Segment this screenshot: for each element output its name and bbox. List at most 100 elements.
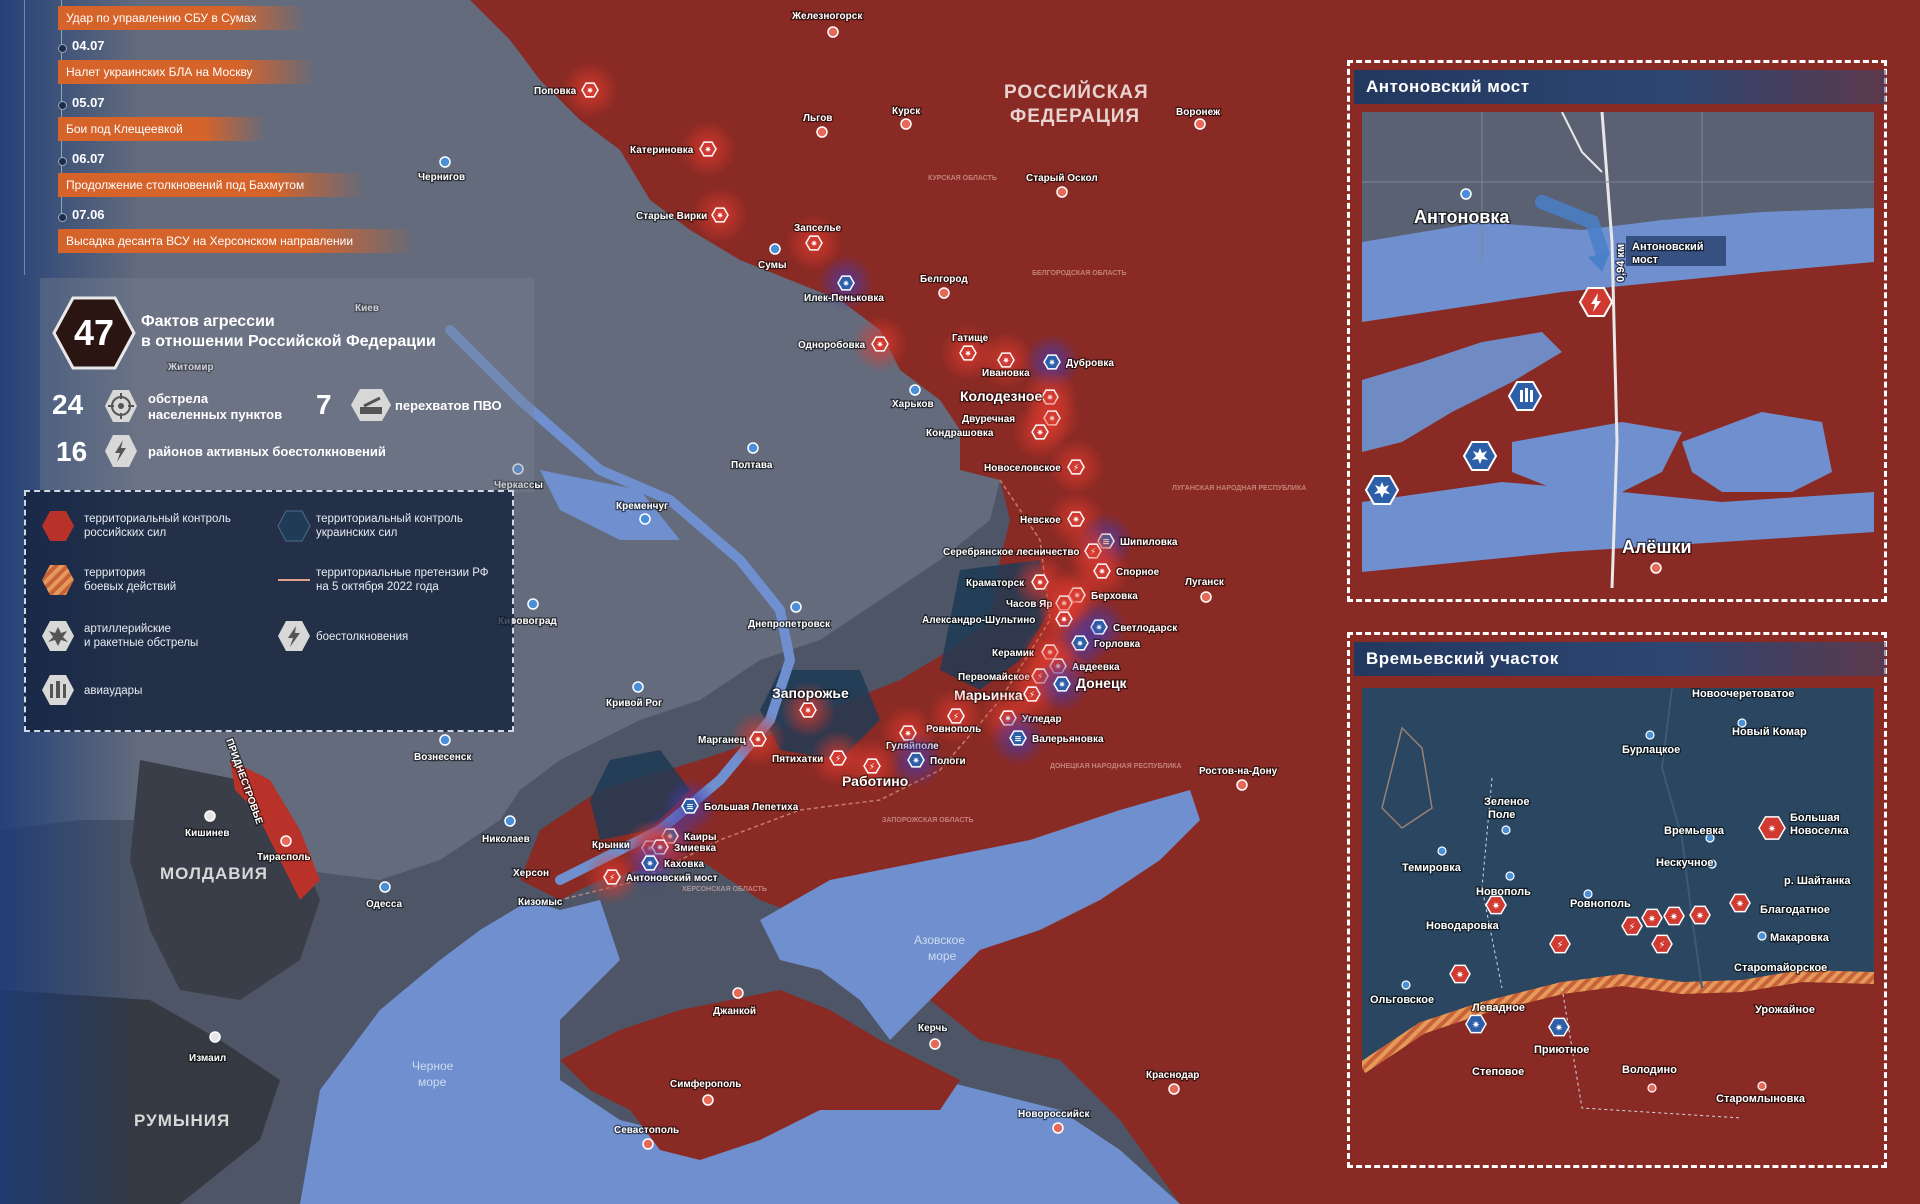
- timeline-event-0[interactable]: Удар по управлению СБУ в Сумах: [58, 6, 306, 30]
- svg-text:Керчь: Керчь: [918, 1023, 947, 1034]
- legend-ua-control-line2: украинских сил: [316, 527, 398, 539]
- place-label: Нескучное: [1656, 857, 1714, 869]
- legend-combat-zone-line2: боевых действий: [84, 581, 177, 593]
- legend-clashes: боестолкновения: [316, 631, 409, 643]
- artillery-icon[interactable]: [1462, 441, 1498, 471]
- event-label: Краматорск: [966, 578, 1025, 589]
- event-symbol: ✷: [1048, 359, 1056, 369]
- event-symbol: ✷: [1736, 899, 1744, 910]
- clash-icon: [278, 621, 310, 651]
- event-symbol: ⚡: [1556, 940, 1563, 951]
- event-label: Невское: [1020, 515, 1061, 526]
- svg-text:Николаев: Николаев: [482, 834, 530, 845]
- legend-ru-control-line2: российских сил: [84, 527, 167, 539]
- svg-text:Ростов-на-Дону: Ростов-на-Дону: [1199, 766, 1278, 777]
- legend-artillery: артиллерийские и ракетные обстрелы: [84, 622, 198, 650]
- svg-text:Кременчуг: Кременчуг: [616, 501, 668, 512]
- place-label: Большая: [1790, 812, 1840, 824]
- event-symbol: ≡: [1014, 735, 1022, 745]
- event-symbol: ✷: [1768, 824, 1776, 835]
- inset-vremevsky-map[interactable]: Новоочеретоватое Бурлацкое Новый Комар З…: [1362, 688, 1874, 1158]
- event-label: Донецк: [1076, 675, 1128, 691]
- svg-text:Курск: Курск: [892, 106, 921, 117]
- event-symbol: ⚡: [609, 874, 615, 884]
- event-symbol: ✷: [646, 860, 654, 870]
- event-symbol: ✷: [1555, 1023, 1563, 1034]
- event-symbol: ✷: [1472, 1020, 1480, 1031]
- place-label: Новополь: [1476, 886, 1531, 898]
- event-symbol: ✷: [1058, 681, 1066, 691]
- event-label: Пологи: [930, 756, 966, 767]
- timeline-event[interactable]: Продолжение столкновений под Бахмутом: [58, 173, 366, 197]
- place-label: Староmайорское: [1734, 962, 1827, 974]
- event-label: Запорожье: [772, 685, 849, 701]
- event-symbol: ✷: [912, 757, 920, 767]
- place-label: Зеленое: [1484, 796, 1529, 808]
- region-belgorod: БЕЛГОРОДСКАЯ ОБЛАСТЬ: [1032, 270, 1127, 277]
- svg-text:Вознесенск: Вознесенск: [414, 752, 472, 763]
- inset-antonovsky-title: Антоновский мост: [1354, 70, 1886, 104]
- svg-text:Тирасполь: Тирасполь: [257, 852, 311, 863]
- event-symbol: ✷: [716, 212, 724, 222]
- event-label: Змиевка: [674, 843, 717, 854]
- place-label: Времьевка: [1664, 825, 1725, 837]
- event-symbol: ✷: [754, 736, 762, 746]
- legend-claims: территориальные претензии РФ на 5 октябр…: [316, 566, 489, 594]
- airstrike-icon: [42, 675, 74, 705]
- event-label: Двуречная: [962, 414, 1015, 425]
- country-moldova: МОЛДАВИЯ: [160, 864, 268, 883]
- ua-control-swatch-icon: [277, 510, 311, 542]
- svg-text:Сумы: Сумы: [758, 260, 787, 271]
- svg-text:Днепропетровск: Днепропетровск: [748, 619, 831, 630]
- event-label: Большая Лепетиха: [704, 802, 799, 813]
- city-kherson: Херсон: [512, 867, 551, 881]
- label-bridge-1: Антоновский: [1632, 241, 1704, 253]
- legend-airstrikes: авиаудары: [84, 685, 143, 697]
- event-symbol: ✷: [1696, 911, 1704, 922]
- event-symbol: ✷: [704, 146, 712, 156]
- svg-text:Новороссийск: Новороссийск: [1018, 1109, 1091, 1120]
- svg-text:Краснодар: Краснодар: [1146, 1070, 1199, 1081]
- place-label: Новоочеретоватое: [1692, 688, 1794, 700]
- event-symbol: ✷: [1098, 568, 1106, 578]
- place-label: Левадное: [1472, 1002, 1525, 1014]
- legend-combat-zone: территория боевых действий: [84, 566, 176, 594]
- legend-claims-line2: на 5 октября 2022 года: [316, 581, 439, 593]
- timeline-event[interactable]: Налет украинских БЛА на Москву: [58, 60, 316, 84]
- event-symbol: ✷: [1670, 912, 1678, 923]
- artillery-icon[interactable]: [1364, 475, 1400, 505]
- inset-antonovsky-map[interactable]: Антоновка Алёшки Антоновский мост 0,94 к…: [1362, 112, 1874, 588]
- inset-vremevsky-title: Времьевский участок: [1354, 642, 1886, 676]
- event-label: Антоновский мост: [626, 873, 718, 884]
- label-bridge-2: мост: [1632, 254, 1659, 266]
- event-symbol: ✷: [804, 707, 812, 717]
- airstrike-icon[interactable]: [1507, 381, 1543, 411]
- event-symbol: ✷: [810, 240, 818, 250]
- event-label: Илек-Пеньковка: [804, 293, 884, 304]
- svg-text:Полтава: Полтава: [731, 460, 773, 471]
- combat-zone-swatch-icon: [42, 565, 74, 595]
- event-symbol: ⚡: [1658, 940, 1665, 951]
- svg-text:Джанкой: Джанкой: [713, 1006, 756, 1017]
- azov-l2: море: [928, 949, 957, 963]
- timeline-event[interactable]: Высадка десанта ВСУ на Херсонском направ…: [58, 229, 416, 253]
- place-label: Старомлыновка: [1716, 1093, 1806, 1105]
- place-label: Приютное: [1534, 1044, 1589, 1056]
- timeline-event[interactable]: Бои под Клещеевкой: [58, 117, 266, 141]
- event-symbol: ✷: [1648, 914, 1656, 925]
- label-antonovka: Антоновка: [1414, 207, 1510, 227]
- event-label: Старые Вирки: [636, 211, 707, 222]
- timeline-dot: [58, 213, 67, 222]
- place-label: Поле: [1488, 809, 1515, 821]
- event-label: Марганец: [698, 735, 746, 746]
- svg-text:Старый Оскол: Старый Оскол: [1026, 173, 1098, 184]
- event-label: Гатище: [952, 333, 989, 344]
- event-symbol: ⚡: [1073, 464, 1079, 474]
- event-label: Ивановка: [982, 368, 1030, 379]
- event-symbol: ✷: [1492, 901, 1500, 912]
- svg-text:Симферополь: Симферополь: [670, 1078, 741, 1090]
- svg-text:Харьков: Харьков: [892, 399, 934, 410]
- event-symbol: ✷: [586, 87, 594, 97]
- clash-icon[interactable]: [1578, 287, 1614, 317]
- shelling-label-line1: обстрела: [148, 391, 209, 406]
